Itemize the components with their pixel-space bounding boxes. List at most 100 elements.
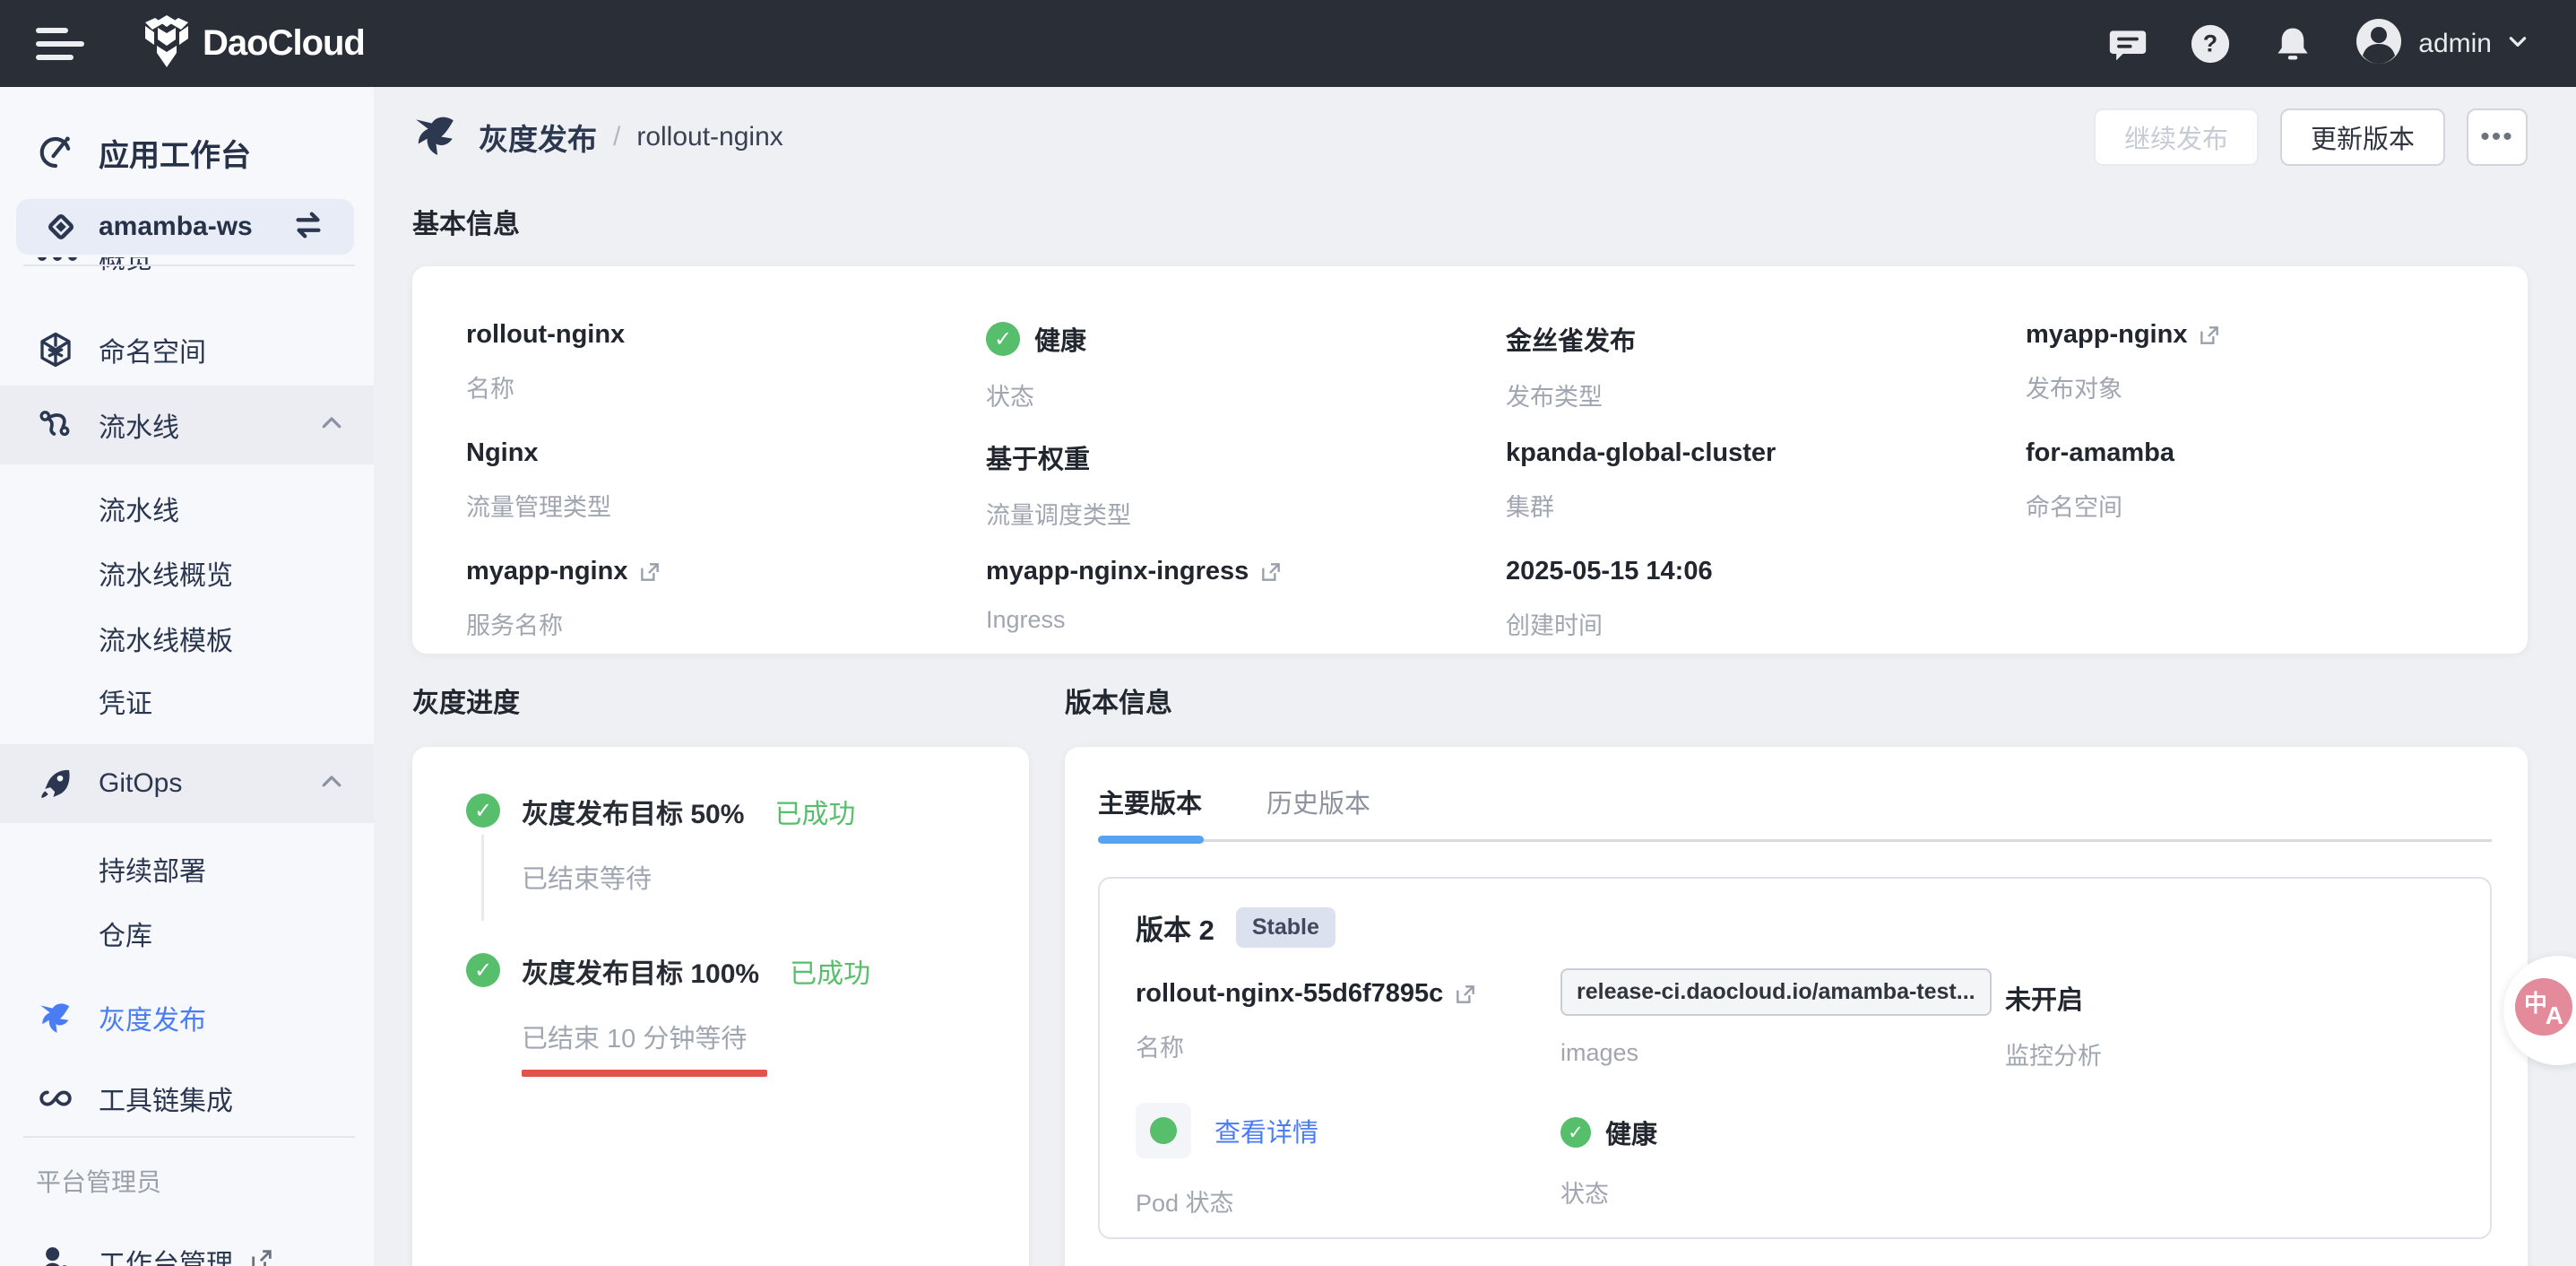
bird-icon xyxy=(38,1000,73,1036)
step-status: 已成功 xyxy=(790,951,870,991)
tab-main-version[interactable]: 主要版本 xyxy=(1098,783,1202,844)
pod-status-dot xyxy=(1136,1103,1191,1158)
field-status: ✓ 健康 xyxy=(986,320,1488,358)
update-version-button[interactable]: 更新版本 xyxy=(2280,108,2445,166)
external-link-icon[interactable] xyxy=(1259,560,1283,584)
sidebar-divider xyxy=(23,1136,355,1138)
version-title: 版本 2 xyxy=(1136,907,1215,948)
topbar-right: ? admin xyxy=(2069,18,2529,69)
sidebar-item-pipeline-overview[interactable]: 流水线概览 xyxy=(99,553,233,593)
more-actions-button[interactable]: ••• xyxy=(2467,108,2528,166)
switch-workspace-icon[interactable] xyxy=(291,208,325,247)
basic-info-title: 基本信息 xyxy=(412,202,520,241)
basic-info-card: rollout-nginx 名称 ✓ 健康 状态 金丝雀发布 发布类型 m xyxy=(412,266,2528,654)
sidebar-divider xyxy=(23,264,355,266)
sidebar-item-pipeline-template[interactable]: 流水线模板 xyxy=(99,619,233,658)
external-link-icon xyxy=(249,1247,274,1266)
workspace-icon xyxy=(43,209,79,245)
sidebar-item-workbench-admin[interactable]: 工作台管理 xyxy=(0,1235,374,1266)
sidebar-group-gitops[interactable]: GitOps xyxy=(0,744,374,823)
sidebar-item-continuous-deploy[interactable]: 持续部署 xyxy=(99,849,206,889)
message-icon[interactable] xyxy=(2105,21,2151,67)
version-tabs: 主要版本 历史版本 xyxy=(1098,783,1435,844)
version-name[interactable]: rollout-nginx-55d6f7895c xyxy=(1136,979,1477,1009)
sidebar-item-toolchain[interactable]: 工具链集成 xyxy=(0,1071,374,1125)
field-namespace: for-amamba xyxy=(2026,438,2528,468)
main-content: 灰度发布 / rollout-nginx 继续发布 更新版本 ••• 基本信息 … xyxy=(374,87,2576,1266)
progress-step-1: ✓ 灰度发布目标 50% 已成功 已结束等待 xyxy=(412,792,1029,896)
person-icon xyxy=(38,1244,73,1266)
pipeline-icon xyxy=(38,407,73,443)
field-cluster: kpanda-global-cluster xyxy=(1506,438,2008,468)
image-tag[interactable]: release-ci.daocloud.io/amamba-test... xyxy=(1560,968,1992,1016)
progress-step-2: ✓ 灰度发布目标 100% 已成功 已结束 10 分钟等待 xyxy=(412,951,1029,1077)
tab-track xyxy=(1098,839,2492,842)
sidebar-item-pipeline[interactable]: 流水线 xyxy=(99,489,179,528)
brand-name: DaoCloud xyxy=(203,23,365,64)
stable-badge: Stable xyxy=(1236,907,1336,948)
sidebar: 应用工作台 amamba-ws 概览 xyxy=(0,87,374,1266)
sidebar-item-app-workbench[interactable]: 应用工作台 xyxy=(0,121,374,184)
daocloud-console: DaoCloud ? xyxy=(0,0,2576,1266)
external-link-icon[interactable] xyxy=(1454,983,1477,1006)
view-details-link[interactable]: 查看详情 xyxy=(1215,1112,1318,1149)
field-traffic-schedule: 基于权重 xyxy=(986,438,1488,476)
sidebar-item-credentials[interactable]: 凭证 xyxy=(99,681,152,721)
field-service-name[interactable]: myapp-nginx xyxy=(466,557,968,586)
sidebar-section-platform-admin: 平台管理员 xyxy=(36,1163,161,1199)
menu-icon[interactable] xyxy=(36,20,86,68)
infinity-icon xyxy=(38,1080,73,1116)
step-note: 已结束等待 xyxy=(522,858,652,896)
step-status: 已成功 xyxy=(774,792,855,831)
field-name: rollout-nginx xyxy=(466,320,968,350)
success-check-icon: ✓ xyxy=(986,322,1020,356)
translate-button[interactable]: 中 A xyxy=(2515,978,2572,1036)
step-note: 已结束 10 分钟等待 xyxy=(522,1018,747,1055)
svg-text:?: ? xyxy=(2203,30,2217,56)
external-link-icon[interactable] xyxy=(2198,324,2221,347)
sidebar-item-repository[interactable]: 仓库 xyxy=(99,914,152,953)
breadcrumb-section[interactable]: 灰度发布 xyxy=(479,116,597,159)
version-status: ✓ 健康 xyxy=(1560,1114,1657,1151)
namespace-icon xyxy=(38,332,73,368)
field-created-at: 2025-05-15 14:06 xyxy=(1506,557,2008,586)
username: admin xyxy=(2418,29,2492,59)
chevron-up-icon xyxy=(318,768,345,800)
versions-title: 版本信息 xyxy=(1065,681,1172,720)
monitor-analysis: 未开启 xyxy=(2005,979,2102,1017)
bell-icon[interactable] xyxy=(2269,21,2316,67)
progress-card: ✓ 灰度发布目标 50% 已成功 已结束等待 ✓ 灰度发布目标 100% 已成功… xyxy=(412,747,1029,1266)
field-traffic-mgmt: Nginx xyxy=(466,438,968,468)
external-link-icon[interactable] xyxy=(638,560,661,584)
gray-release-bird-icon xyxy=(412,112,459,163)
chevron-down-icon xyxy=(2506,30,2529,57)
top-bar: DaoCloud ? xyxy=(0,0,2576,87)
overview-icon xyxy=(38,257,77,261)
sidebar-group-pipeline[interactable]: 流水线 xyxy=(0,386,374,464)
sidebar-item-namespace[interactable]: 命名空间 xyxy=(0,323,374,377)
header-actions: 继续发布 更新版本 ••• xyxy=(2094,108,2528,166)
pod-status: 查看详情 xyxy=(1136,1103,1318,1158)
sidebar-item-overview-clipped[interactable]: 概览 xyxy=(0,257,338,279)
help-icon[interactable]: ? xyxy=(2187,21,2234,67)
version-2-card: 版本 2 Stable rollout-nginx-55d6f7895c 名称 … xyxy=(1098,877,2492,1239)
breadcrumb-current: rollout-nginx xyxy=(636,122,782,152)
chevron-up-icon xyxy=(318,410,345,441)
breadcrumb: 灰度发布 / rollout-nginx xyxy=(412,106,783,169)
avatar xyxy=(2356,18,2402,69)
tab-history-version[interactable]: 历史版本 xyxy=(1266,783,1370,844)
daocloud-logo-icon xyxy=(143,15,190,72)
sidebar-item-gray-release[interactable]: 灰度发布 xyxy=(0,991,374,1045)
progress-title: 灰度进度 xyxy=(412,681,520,720)
user-menu[interactable]: admin xyxy=(2356,18,2529,69)
field-ingress[interactable]: myapp-nginx-ingress xyxy=(986,557,1488,586)
field-release-target[interactable]: myapp-nginx xyxy=(2026,320,2528,350)
workspace-selector[interactable]: amamba-ws xyxy=(16,199,354,255)
red-annotation-underline xyxy=(522,1070,767,1077)
sidebar-app-workbench-label: 应用工作台 xyxy=(99,131,251,175)
field-release-type: 金丝雀发布 xyxy=(1506,320,2008,358)
daocloud-logo[interactable]: DaoCloud xyxy=(143,15,365,72)
workbench-icon xyxy=(38,134,73,170)
rocket-icon xyxy=(38,766,73,802)
continue-release-button[interactable]: 继续发布 xyxy=(2094,108,2259,166)
